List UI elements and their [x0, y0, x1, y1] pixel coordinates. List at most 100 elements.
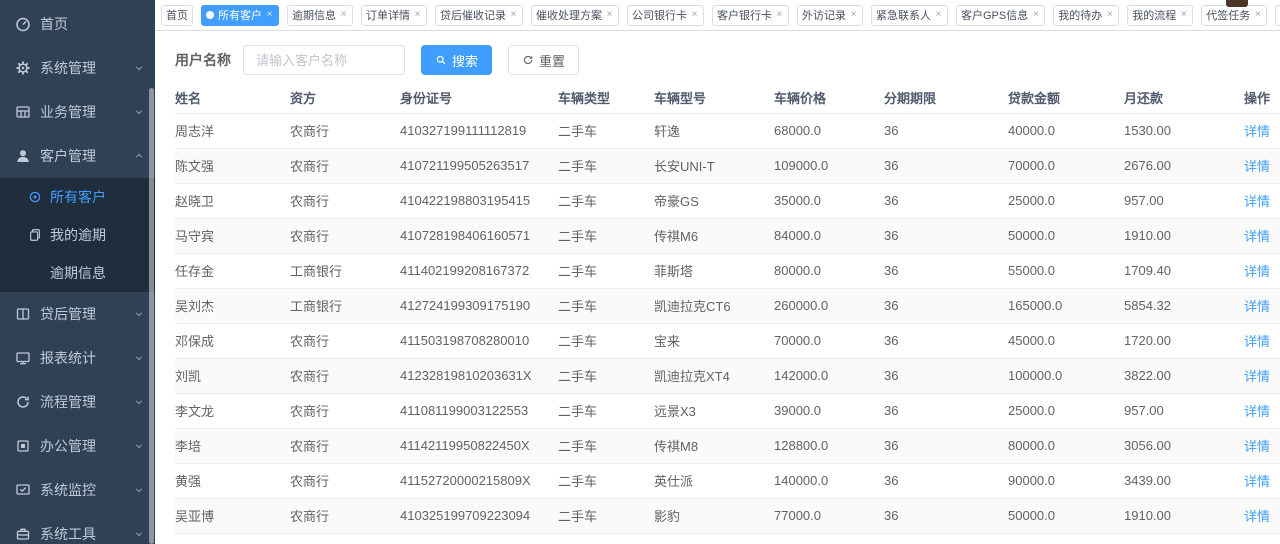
tab-done-tasks[interactable]: 已办任务 ×: [1275, 5, 1280, 26]
table-cell: 410327199111112819: [400, 113, 558, 148]
close-icon[interactable]: ×: [1179, 10, 1188, 20]
table-cell: 凯迪拉克CT6: [654, 288, 774, 323]
tab-visit-records[interactable]: 外访记录 ×: [797, 5, 863, 26]
tab-my-process[interactable]: 我的流程 ×: [1127, 5, 1193, 26]
icon-placeholder: [28, 266, 42, 280]
close-icon[interactable]: ×: [1031, 10, 1040, 20]
tab-customer-gps[interactable]: 客户GPS信息 ×: [956, 5, 1045, 26]
sidebar-item-system-mgmt[interactable]: 系统管理: [0, 46, 155, 90]
sidebar-item-report-stats[interactable]: 报表统计: [0, 336, 155, 380]
table-cell: 黄强: [175, 463, 290, 498]
detail-link[interactable]: 详情: [1244, 194, 1270, 209]
tab-all-customers[interactable]: 所有客户 ×: [201, 5, 279, 26]
close-icon[interactable]: ×: [849, 10, 858, 20]
tab-home[interactable]: 首页: [161, 5, 193, 26]
sidebar-item-all-customers[interactable]: 所有客户: [0, 178, 155, 216]
user-avatar-partial[interactable]: [1226, 0, 1248, 7]
sidebar-item-loan-mgmt[interactable]: 贷后管理: [0, 292, 155, 336]
sidebar-item-process-mgmt[interactable]: 流程管理: [0, 380, 155, 424]
table-cell: 5854.32: [1124, 288, 1244, 323]
tags-view: 首页 所有客户 × 逾期信息 × 订单详情 × 贷后催收记录 × 催收处理方案 …: [155, 0, 1280, 31]
detail-link[interactable]: 详情: [1244, 229, 1270, 244]
sidebar-scrollbar-thumb[interactable]: [149, 88, 154, 544]
table-cell: 英仕派: [654, 463, 774, 498]
sidebar-item-customer-mgmt[interactable]: 客户管理: [0, 134, 155, 178]
table-cell: 二手车: [558, 393, 654, 428]
detail-link[interactable]: 详情: [1244, 509, 1270, 524]
sidebar-item-business-mgmt[interactable]: 业务管理: [0, 90, 155, 134]
table-cell: 农商行: [290, 183, 400, 218]
close-icon[interactable]: ×: [775, 10, 784, 20]
table-cell: 957.00: [1124, 393, 1244, 428]
close-icon[interactable]: ×: [1253, 10, 1262, 20]
close-icon[interactable]: ×: [1105, 10, 1114, 20]
table-cell: 411503198708280010: [400, 323, 558, 358]
table-cell: 50000.0: [1008, 218, 1124, 253]
table-cell: 菲斯塔: [654, 253, 774, 288]
tab-customer-bank-card[interactable]: 客户银行卡 ×: [712, 5, 789, 26]
sidebar-item-system-monitor[interactable]: 系统监控: [0, 468, 155, 512]
table-cell-action: 详情: [1244, 183, 1280, 218]
table-cell: 二手车: [558, 183, 654, 218]
table-cell: 50000.0: [1008, 498, 1124, 533]
close-icon[interactable]: ×: [934, 10, 943, 20]
detail-link[interactable]: 详情: [1244, 334, 1270, 349]
detail-link[interactable]: 详情: [1244, 404, 1270, 419]
table-cell: 李培: [175, 428, 290, 463]
detail-link[interactable]: 详情: [1244, 264, 1270, 279]
table-cell: 36: [884, 498, 1008, 533]
customer-name-input[interactable]: [243, 45, 405, 75]
tab-collection-plan[interactable]: 催收处理方案 ×: [531, 5, 619, 26]
tab-label: 我的流程: [1132, 7, 1176, 23]
table-cell: 39000.0: [774, 393, 884, 428]
tab-my-todo[interactable]: 我的待办 ×: [1053, 5, 1119, 26]
sidebar-item-office-mgmt[interactable]: 办公管理: [0, 424, 155, 468]
detail-link[interactable]: 详情: [1244, 159, 1270, 174]
active-dot: [206, 11, 214, 19]
table-cell: 二手车: [558, 358, 654, 393]
close-icon[interactable]: ×: [605, 10, 614, 20]
tab-order-detail[interactable]: 订单详情 ×: [361, 5, 427, 26]
table-cell: 二手车: [558, 323, 654, 358]
table-row: 邓保成农商行411503198708280010二手车宝来70000.03645…: [175, 323, 1280, 358]
sidebar-menu: 首页 系统管理 业务管理 客户管理 所有客户 我的逾期 逾期信息 贷后管理 报表…: [0, 2, 155, 544]
close-icon[interactable]: ×: [509, 10, 518, 20]
sidebar-item-overdue-info[interactable]: 逾期信息: [0, 254, 155, 292]
sidebar-item-home[interactable]: 首页: [0, 2, 155, 46]
table-cell: 36: [884, 533, 1008, 544]
tab-emergency-contacts[interactable]: 紧急联系人 ×: [871, 5, 948, 26]
detail-link[interactable]: 详情: [1244, 299, 1270, 314]
detail-link[interactable]: 详情: [1244, 474, 1270, 489]
close-icon[interactable]: ×: [690, 10, 699, 20]
table-cell: 25000.0: [1008, 393, 1124, 428]
tab-company-bank-card[interactable]: 公司银行卡 ×: [627, 5, 704, 26]
grid-icon: [15, 104, 31, 120]
tab-label: 客户银行卡: [717, 7, 772, 23]
detail-link[interactable]: 详情: [1244, 439, 1270, 454]
search-button[interactable]: 搜索: [421, 45, 492, 75]
column-header: 车辆价格: [774, 83, 884, 113]
tab-label: 贷后催收记录: [440, 7, 506, 23]
table-cell: 农商行: [290, 218, 400, 253]
sidebar-item-label: 流程管理: [40, 392, 133, 412]
tab-sign-tasks[interactable]: 代签任务 ×: [1201, 5, 1267, 26]
table-cell: 80000.0: [1008, 428, 1124, 463]
table-cell: 68000.0: [774, 533, 884, 544]
table-cell: 二手车: [558, 113, 654, 148]
detail-link[interactable]: 详情: [1244, 124, 1270, 139]
close-icon[interactable]: ×: [339, 10, 348, 20]
table-cell: 410721199505263517: [400, 148, 558, 183]
table-cell: 长安UNI-T: [654, 148, 774, 183]
column-header: 车辆型号: [654, 83, 774, 113]
tab-overdue-info[interactable]: 逾期信息 ×: [287, 5, 353, 26]
sidebar-item-system-tools[interactable]: 系统工具: [0, 512, 155, 544]
main-area: 首页 所有客户 × 逾期信息 × 订单详情 × 贷后催收记录 × 催收处理方案 …: [155, 0, 1280, 544]
sidebar-item-my-overdue[interactable]: 我的逾期: [0, 216, 155, 254]
table-cell: 68000.0: [774, 113, 884, 148]
tab-collection-records[interactable]: 贷后催收记录 ×: [435, 5, 523, 26]
close-icon[interactable]: ×: [413, 10, 422, 20]
close-icon[interactable]: ×: [265, 10, 274, 20]
reset-button[interactable]: 重置: [508, 45, 579, 75]
detail-link[interactable]: 详情: [1244, 369, 1270, 384]
tab-label: 公司银行卡: [632, 7, 687, 23]
